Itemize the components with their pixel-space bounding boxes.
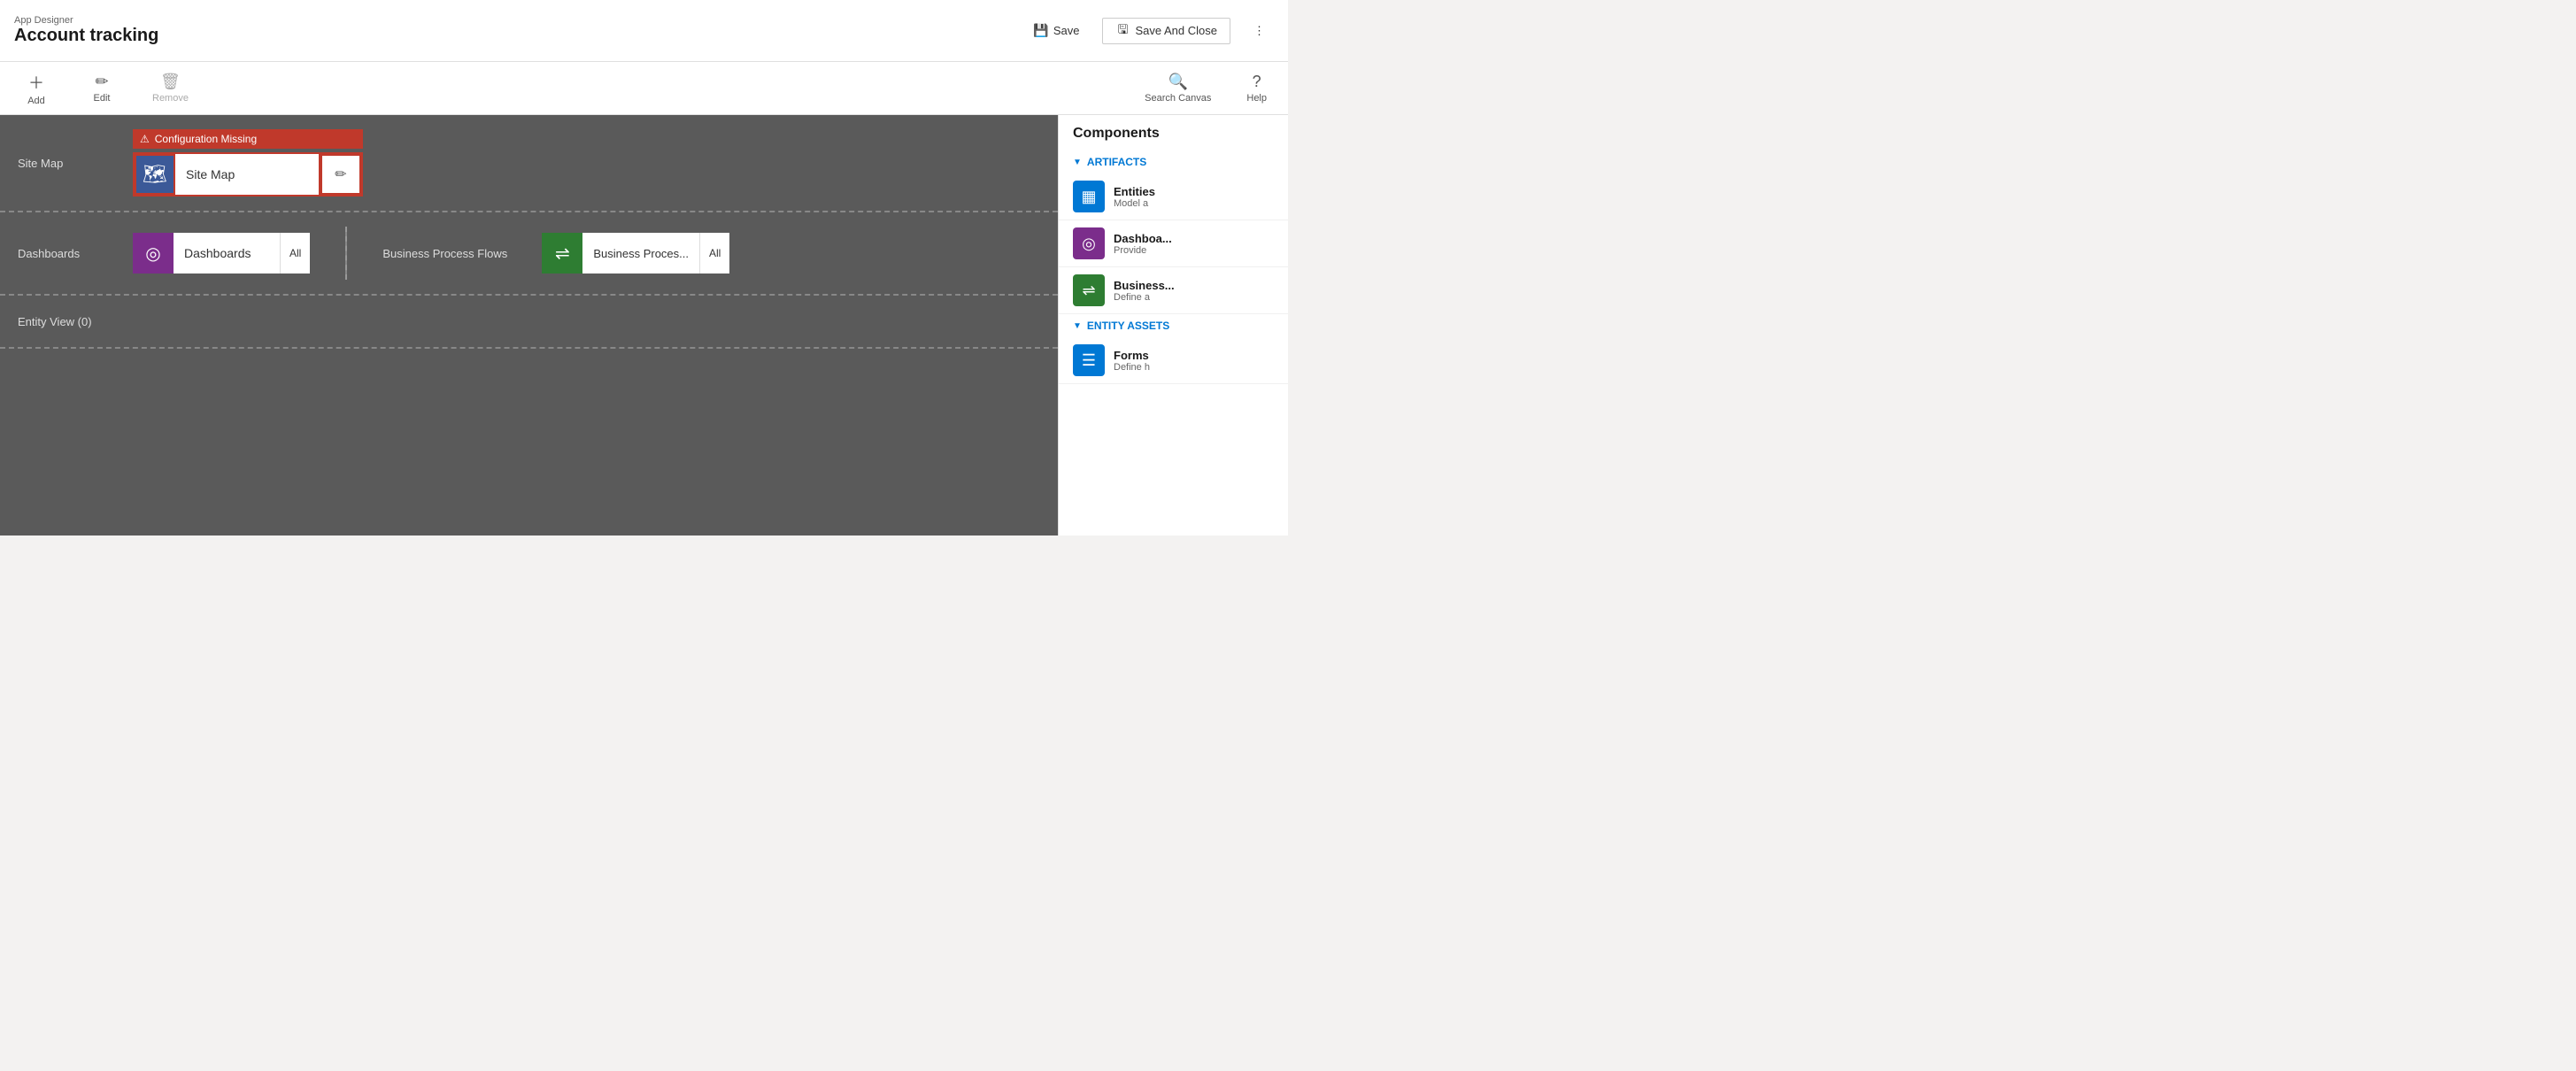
save-close-icon: 🖫 [1115,24,1130,38]
save-button[interactable]: 💾 Save [1025,19,1089,43]
sitemap-edit-button[interactable]: ✏ [320,154,361,195]
components-panel: Components ▼ ARTIFACTS ▦ Entities Model … [1058,115,1288,536]
sitemap-card: 🗺 Site Map ✏ [133,152,363,196]
remove-icon: 🗑 [160,73,181,91]
artifacts-label: ARTIFACTS [1087,156,1146,168]
forms-desc: Define h [1114,362,1150,373]
remove-button[interactable]: 🗑 Remove [145,69,196,107]
dashboards-comp-name: Dashboa... [1114,232,1172,245]
help-label: Help [1246,93,1267,104]
add-button[interactable]: ＋ Add [14,67,58,110]
sitemap-area: ⚠ Configuration Missing 🗺 Site Map ✏ [133,129,1040,196]
entities-desc: Model a [1114,198,1155,209]
search-icon: 🔍 [1168,73,1188,91]
dashboard-card: ◎ Dashboards All [133,233,310,274]
sitemap-card-icon: 🗺 [135,154,175,195]
dashboards-section-label: Dashboards [18,247,115,260]
more-options-button[interactable]: ⋮ [1245,19,1274,43]
header-right: 💾 Save 🖫 Save And Close ⋮ [1025,18,1274,44]
dashboards-comp-desc: Provide [1114,245,1172,256]
component-forms[interactable]: ☰ Forms Define h [1059,337,1288,384]
toolbar: ＋ Add ✏ Edit 🗑 Remove 🔍 Search Canvas ? … [0,62,1288,115]
bpf-card: ⇌ Business Proces... All [542,233,729,274]
bpf-comp-name: Business... [1114,279,1175,292]
dashboard-icon: ◎ [133,233,174,274]
save-label: Save [1053,24,1080,37]
add-label: Add [27,96,45,106]
bpf-icon: ⇌ [542,233,582,274]
edit-label: Edit [94,93,111,104]
help-icon: ? [1253,73,1261,91]
bpf-all-button[interactable]: All [699,233,729,274]
component-dashboards[interactable]: ◎ Dashboa... Provide [1059,220,1288,267]
entity-assets-label: ENTITY ASSETS [1087,320,1169,332]
save-close-label: Save And Close [1135,24,1217,37]
header-left: App Designer Account tracking [14,15,158,46]
config-missing-text: Configuration Missing [155,133,257,145]
entity-assets-chevron-icon: ▼ [1073,321,1082,331]
forms-icon: ☰ [1073,344,1105,376]
dashboards-comp-icon: ◎ [1073,227,1105,259]
forms-name: Forms [1114,349,1150,362]
canvas: Site Map ⚠ Configuration Missing 🗺 Site … [0,115,1058,536]
bpf-section-label: Business Process Flows [382,247,524,260]
more-options-icon: ⋮ [1253,24,1265,38]
forms-info: Forms Define h [1114,349,1150,373]
entities-name: Entities [1114,185,1155,198]
artifacts-section-header[interactable]: ▼ ARTIFACTS [1059,150,1288,173]
app-label: App Designer [14,15,158,26]
dashboard-label: Dashboards [174,233,280,274]
add-icon: ＋ [28,71,44,94]
config-missing-bar: ⚠ Configuration Missing [133,129,363,149]
sitemap-card-label: Site Map [175,154,320,195]
warning-icon: ⚠ [140,133,150,145]
save-close-button[interactable]: 🖫 Save And Close [1102,18,1230,44]
bpf-name: Business Proces... [582,233,699,274]
canvas-content: Site Map ⚠ Configuration Missing 🗺 Site … [0,115,1058,536]
dashboards-comp-info: Dashboa... Provide [1114,232,1172,256]
dashboard-area: ◎ Dashboards All Business Process Flows … [133,227,1040,280]
bpf-comp-icon: ⇌ [1073,274,1105,306]
search-canvas-button[interactable]: 🔍 Search Canvas [1138,69,1218,107]
component-business-process[interactable]: ⇌ Business... Define a [1059,267,1288,314]
entity-view-label: Entity View (0) [18,315,115,328]
help-button[interactable]: ? Help [1239,69,1274,107]
component-entities[interactable]: ▦ Entities Model a [1059,173,1288,220]
main-area: Site Map ⚠ Configuration Missing 🗺 Site … [0,115,1288,536]
toolbar-left: ＋ Add ✏ Edit 🗑 Remove [14,67,196,110]
dashboard-all-button[interactable]: All [280,233,310,274]
edit-icon: ✏ [95,73,108,91]
remove-label: Remove [152,93,189,104]
entities-info: Entities Model a [1114,185,1155,209]
entity-view-section: Entity View (0) [0,296,1058,349]
app-header: App Designer Account tracking 💾 Save 🖫 S… [0,0,1288,62]
artifacts-chevron-icon: ▼ [1073,158,1082,167]
app-title: Account tracking [14,26,158,46]
bpf-comp-desc: Define a [1114,292,1175,303]
section-separator [345,227,347,280]
dashboards-section: Dashboards ◎ Dashboards All Business Pro… [0,212,1058,296]
panel-title: Components [1059,126,1288,150]
entities-icon: ▦ [1073,181,1105,212]
entity-assets-section-header[interactable]: ▼ ENTITY ASSETS [1059,314,1288,337]
search-canvas-label: Search Canvas [1145,93,1211,104]
sitemap-section: Site Map ⚠ Configuration Missing 🗺 Site … [0,115,1058,212]
sitemap-section-label: Site Map [18,157,115,170]
bpf-comp-info: Business... Define a [1114,279,1175,303]
toolbar-right: 🔍 Search Canvas ? Help [1138,69,1274,107]
save-icon: 💾 [1034,24,1048,38]
edit-button[interactable]: ✏ Edit [80,69,124,107]
canvas-inner[interactable]: Site Map ⚠ Configuration Missing 🗺 Site … [0,115,1058,536]
